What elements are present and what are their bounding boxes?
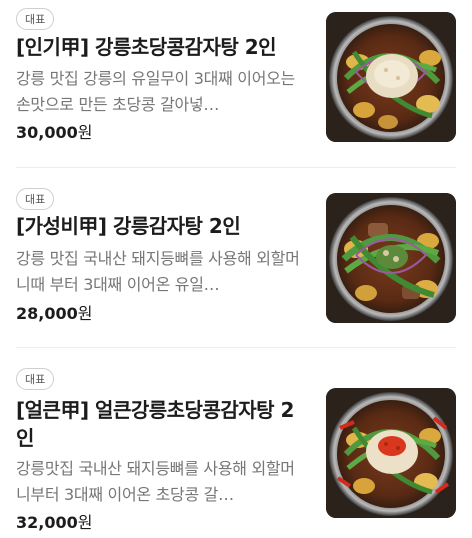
- spicy-gamjatang-photo-icon: [326, 388, 456, 518]
- menu-title: [얼큰甲] 얼큰강릉초당콩감자탕 2인: [16, 398, 294, 450]
- price-value: 32,000: [16, 513, 78, 532]
- menu-item[interactable]: 대표 [인기甲] 강릉초당콩감자탕 2인 강릉 맛집 강릉의 유일무이 3대째 …: [0, 0, 472, 168]
- gamjatang-soybean-photo-icon: [326, 12, 456, 142]
- price-value: 28,000: [16, 304, 78, 323]
- menu-list: 대표 [인기甲] 강릉초당콩감자탕 2인 강릉 맛집 강릉의 유일무이 3대째 …: [0, 0, 472, 538]
- menu-price: 28,000원: [16, 303, 92, 325]
- menu-price: 32,000원: [16, 512, 92, 534]
- price-currency: 원: [77, 304, 93, 323]
- menu-item[interactable]: 대표 [얼큰甲] 얼큰강릉초당콩감자탕 2인 강릉맛집 국내산 돼지등뼈를 사용…: [0, 348, 472, 538]
- menu-item[interactable]: 대표 [가성비甲] 강릉감자탕 2인 강릉 맛집 국내산 돼지등뼈를 사용해 외…: [0, 168, 472, 348]
- representative-badge: 대표: [16, 8, 55, 30]
- price-value: 30,000: [16, 123, 78, 142]
- menu-description: 강릉 맛집 강릉의 유일무이 3대째 이어오는 손맛으로 만든 초당콩 갈아넣…: [16, 69, 295, 114]
- gamjatang-photo-icon: [326, 193, 456, 323]
- representative-badge: 대표: [16, 188, 55, 210]
- price-currency: 원: [77, 513, 93, 532]
- menu-description: 강릉 맛집 국내산 돼지등뼈를 사용해 외할머니때 부터 3대째 이어온 유일…: [16, 249, 300, 294]
- menu-title: [인기甲] 강릉초당콩감자탕 2인: [16, 35, 277, 59]
- menu-price: 30,000원: [16, 122, 92, 144]
- menu-description: 강릉맛집 국내산 돼지등뼈를 사용해 외할머니부터 3대째 이어온 초당콩 갈…: [16, 459, 295, 504]
- price-currency: 원: [77, 123, 93, 142]
- menu-title: [가성비甲] 강릉감자탕 2인: [16, 214, 241, 238]
- representative-badge: 대표: [16, 368, 55, 390]
